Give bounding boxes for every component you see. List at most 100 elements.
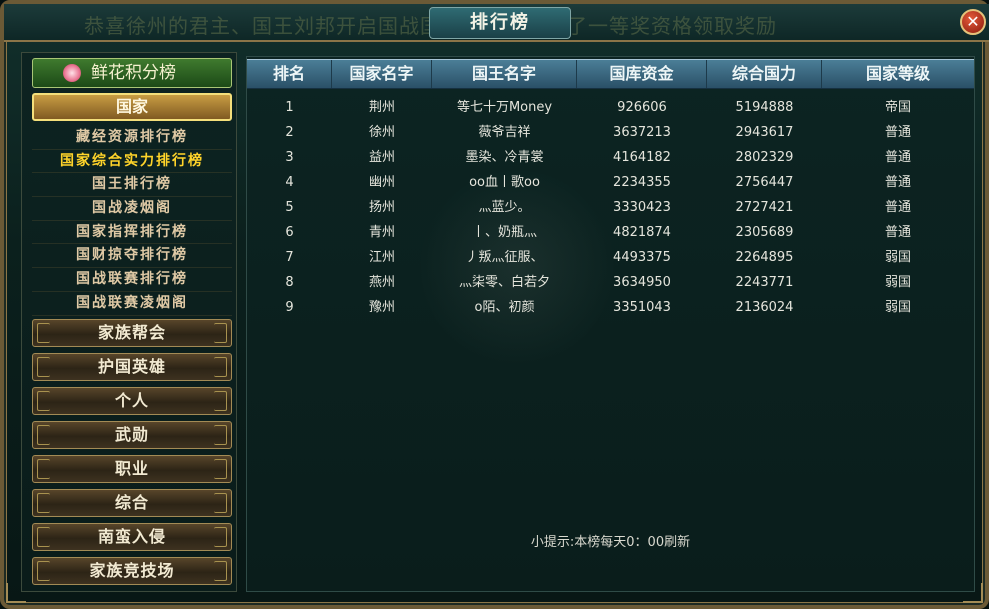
table-cell: 丨、奶瓶灬 — [471, 225, 537, 240]
table-row[interactable]: 8 燕州 灬柒零、白若夕 3634950 2243771 弱国 — [247, 270, 974, 295]
table-row[interactable]: 5 扬州 灬蓝少。 3330423 2727421 普通 — [247, 195, 974, 220]
ornament-icon — [214, 561, 227, 581]
column-header[interactable]: 综合国力 — [707, 60, 822, 88]
table-row[interactable]: 6 青州 丨、奶瓶灬 4821874 2305689 普通 — [247, 220, 974, 245]
ornament-icon — [37, 323, 50, 343]
nav-button[interactable]: 护国英雄 — [32, 353, 232, 381]
table-cell: 帝国 — [884, 100, 911, 115]
submenu-item[interactable]: 国财掠夺排行榜 — [32, 244, 232, 269]
submenu-item[interactable]: 国战凌烟阁 — [32, 197, 232, 221]
nav-button-label: 综合 — [114, 493, 149, 512]
table-cell: 2234355 — [613, 175, 671, 190]
table-row[interactable]: 2 徐州 薇爷吉祥 3637213 2943617 普通 — [247, 120, 974, 145]
table-cell: 幽州 — [368, 175, 395, 190]
nav-button[interactable]: 南蛮入侵 — [32, 523, 232, 551]
table-cell: 2727421 — [735, 200, 794, 215]
table-cell: 益州 — [368, 150, 395, 165]
table-cell: 2 — [285, 125, 294, 140]
ornament-icon — [37, 527, 50, 547]
nav-button[interactable]: 个人 — [32, 387, 232, 415]
ornament-icon — [37, 493, 50, 513]
table-cell: 丿叛灬征服、 — [465, 250, 544, 265]
nav-button-label: 武勋 — [114, 425, 149, 444]
table-cell: 6 — [285, 225, 294, 240]
table-row[interactable]: 7 江州 丿叛灬征服、 4493375 2264895 弱国 — [247, 245, 974, 270]
submenu-item[interactable]: 国战联赛排行榜 — [32, 268, 232, 292]
nav-button[interactable]: 综合 — [32, 489, 232, 517]
table-cell: 3634950 — [613, 275, 671, 290]
column-header[interactable]: 国家名字 — [332, 60, 432, 88]
ornament-icon — [214, 357, 227, 377]
table-row[interactable]: 1 荆州 等七十万Money 926606 5194888 帝国 — [247, 95, 974, 120]
table-cell: 2943617 — [735, 125, 794, 140]
table-cell: 4164182 — [613, 150, 671, 165]
table-cell: 5 — [285, 200, 294, 215]
table-cell: 薇爷吉祥 — [478, 125, 531, 140]
ornament-icon — [37, 357, 50, 377]
submenu-item[interactable]: 国家指挥排行榜 — [32, 221, 232, 245]
window-title: 排行榜 — [429, 7, 571, 39]
table-cell: 5194888 — [735, 100, 794, 115]
table-cell: 等七十万Money — [456, 100, 553, 115]
submenu-item[interactable]: 藏经资源排行榜 — [32, 126, 232, 150]
column-header[interactable]: 排名 — [247, 60, 332, 88]
nav-button-label: 南蛮入侵 — [97, 527, 166, 546]
flower-ranking-label: 鲜花积分榜 — [91, 63, 176, 83]
table-cell: 普通 — [884, 125, 911, 140]
table-cell: 普通 — [884, 200, 911, 215]
column-header[interactable]: 国王名字 — [432, 60, 577, 88]
table-cell: 荆州 — [368, 100, 395, 115]
table-cell: 2264895 — [735, 250, 794, 265]
country-category-button[interactable]: 国家 — [32, 93, 232, 121]
table-cell: o陌、初颜 — [474, 300, 535, 315]
table-cell: 9 — [285, 300, 294, 315]
ranking-panel: 排名 国家名字 国王名字 国库资金 综合国力 国家等级 1 荆州 等七十万Money 92660… — [246, 56, 975, 592]
ornament-icon — [37, 391, 50, 411]
ornament-icon — [214, 527, 227, 547]
table-cell: 3 — [285, 150, 294, 165]
submenu-item[interactable]: 国战联赛凌烟阁 — [32, 292, 232, 316]
table-row[interactable]: 9 豫州 o陌、初颜 3351043 2136024 弱国 — [247, 295, 974, 320]
flower-points-ranking-button[interactable]: 鲜花积分榜 — [32, 58, 232, 88]
ranking-table-body: 1 荆州 等七十万Money 926606 5194888 帝国 2 徐州 薇爷吉祥 363721… — [247, 95, 974, 320]
table-cell: oo血丨歌oo — [469, 175, 540, 190]
table-cell: 4493375 — [613, 250, 671, 265]
table-cell: 2305689 — [735, 225, 794, 240]
nav-button-label: 家族竞技场 — [89, 561, 175, 580]
close-button[interactable]: ✕ — [960, 9, 986, 35]
column-header[interactable]: 国库资金 — [577, 60, 707, 88]
nav-button[interactable]: 家族竞技场 — [32, 557, 232, 585]
table-cell: 墨染、冷青裳 — [465, 150, 544, 165]
ornament-icon — [214, 391, 227, 411]
table-cell: 普通 — [884, 175, 911, 190]
ornament-icon — [214, 493, 227, 513]
table-cell: 926606 — [617, 100, 667, 115]
table-cell: 3351043 — [613, 300, 671, 315]
table-cell: 7 — [285, 250, 294, 265]
nav-button[interactable]: 家族帮会 — [32, 319, 232, 347]
table-row[interactable]: 3 益州 墨染、冷青裳 4164182 2802329 普通 — [247, 145, 974, 170]
table-cell: 1 — [285, 100, 294, 115]
category-sidebar: 鲜花积分榜 国家 藏经资源排行榜 国家综合实力排行榜 国王排行榜 国战凌烟阁 国家指挥排… — [21, 52, 237, 592]
ornament-icon — [214, 323, 227, 343]
table-cell: 弱国 — [884, 275, 911, 290]
nav-button-label: 家族帮会 — [97, 323, 166, 342]
table-cell: 4821874 — [613, 225, 671, 240]
table-row[interactable]: 4 幽州 oo血丨歌oo 2234355 2756447 普通 — [247, 170, 974, 195]
title-bar: 恭喜徐州的君主、国王刘邦开启国战国家领地，获得了一等奖资格领取奖励 排行榜 ✕ — [4, 4, 989, 42]
table-cell: 豫州 — [368, 300, 395, 315]
column-header[interactable]: 国家等级 — [822, 60, 974, 88]
table-cell: 3330423 — [613, 200, 671, 215]
submenu-item[interactable]: 国王排行榜 — [32, 173, 232, 198]
ornament-icon — [37, 561, 50, 581]
ranking-window: 恭喜徐州的君主、国王刘邦开启国战国家领地，获得了一等奖资格领取奖励 排行榜 ✕ … — [0, 0, 989, 609]
country-submenu: 藏经资源排行榜 国家综合实力排行榜 国王排行榜 国战凌烟阁 国家指挥排行榜 国财掠夺排行榜… — [32, 126, 232, 316]
submenu-item[interactable]: 国家综合实力排行榜 — [32, 150, 232, 174]
table-cell: 2136024 — [735, 300, 794, 315]
nav-button-label: 个人 — [114, 391, 149, 410]
ornament-icon — [37, 425, 50, 445]
refresh-tip: 小提示:本榜每天0：00刷新 — [530, 535, 691, 550]
nav-button[interactable]: 武勋 — [32, 421, 232, 449]
nav-button[interactable]: 职业 — [32, 455, 232, 483]
table-cell: 2802329 — [735, 150, 794, 165]
